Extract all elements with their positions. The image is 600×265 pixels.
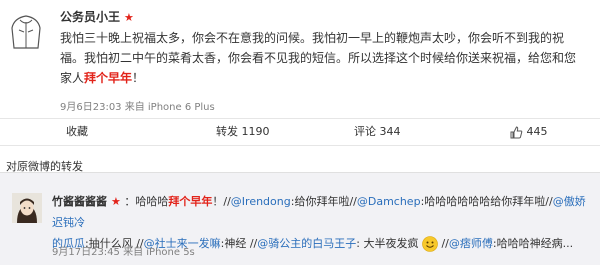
- like-button[interactable]: 445: [510, 119, 548, 145]
- mention-link[interactable]: @痞师傅: [449, 237, 493, 250]
- repost-text-seg: : 大半夜发疯: [356, 237, 419, 250]
- author-name-text[interactable]: 公务员小王: [60, 10, 120, 24]
- repost-button[interactable]: 转发 1190: [216, 119, 270, 145]
- weibo-post: 公务员小王 ★ 我怕三十晚上祝福太多，你会不在意我的问候。我怕初一早上的鞭炮声太吵…: [0, 0, 600, 146]
- mention-link[interactable]: @Irendong: [231, 195, 291, 208]
- post-text: 我怕三十晚上祝福太多，你会不在意我的问候。我怕初一早上的鞭炮声太吵，你会听不到我…: [60, 28, 590, 88]
- post-meta[interactable]: 9月6日23:03 来自 iPhone 6 Plus: [60, 98, 215, 113]
- post-line-2: 福。我怕初二中午的菜肴太香，你会看不见我的短信。所以选择这个时候给你送来祝福，给…: [60, 51, 577, 65]
- repost-text-seg: ：哈哈哈: [124, 195, 169, 208]
- action-bar: 收藏 转发 1190 评论 344 445: [0, 118, 600, 146]
- highlight-text: 拜个早年: [84, 71, 133, 85]
- like-count: 445: [526, 125, 548, 138]
- post-line-1: 我怕三十晚上祝福太多，你会不在意我的问候。我怕初一早上的鞭炮声太吵，你会听不到我…: [60, 31, 565, 45]
- highlight-text: 拜个早年: [168, 195, 213, 208]
- star-icon: ★: [124, 11, 134, 24]
- repost-author-name[interactable]: 竹酱酱酱酱: [52, 195, 107, 208]
- repost-text-seg: ！//: [212, 195, 231, 208]
- repost-item: 竹酱酱酱酱 ★ ：哈哈哈拜个早年！//@Irendong:给你拜年啦//@Damc…: [0, 172, 600, 265]
- mention-link[interactable]: @Damchep: [357, 195, 421, 208]
- repost-text-seg: :神经 //: [220, 237, 258, 250]
- comment-button[interactable]: 评论 344: [354, 119, 401, 145]
- repost-meta[interactable]: 9月17日23:45 来自 iPhone 5s: [52, 243, 195, 258]
- favorite-button[interactable]: 收藏: [66, 119, 88, 145]
- repost-section-title: 对原微博的转发: [6, 160, 83, 173]
- repost-text-seg: :给你拜年啦//: [290, 195, 357, 208]
- mention-link[interactable]: @骑公主的白马王子: [257, 237, 356, 250]
- repost-text-seg: :哈哈哈哈哈哈给你拜年啦//: [420, 195, 553, 208]
- author-avatar[interactable]: [6, 8, 46, 50]
- repost-text-seg: :哈哈哈神经病...: [492, 237, 574, 250]
- post-line-3-end: ！: [132, 71, 145, 85]
- repost-author-avatar[interactable]: [12, 193, 42, 223]
- repost-text-seg: //: [437, 237, 449, 250]
- star-icon: ★: [111, 195, 121, 208]
- post-line-3-text: 家人: [60, 71, 85, 85]
- emoji-icon: [422, 236, 438, 252]
- post-line-3: 家人拜个早年！: [60, 68, 590, 88]
- thumbs-up-icon: [510, 125, 523, 138]
- author-name[interactable]: 公务员小王 ★: [60, 8, 134, 25]
